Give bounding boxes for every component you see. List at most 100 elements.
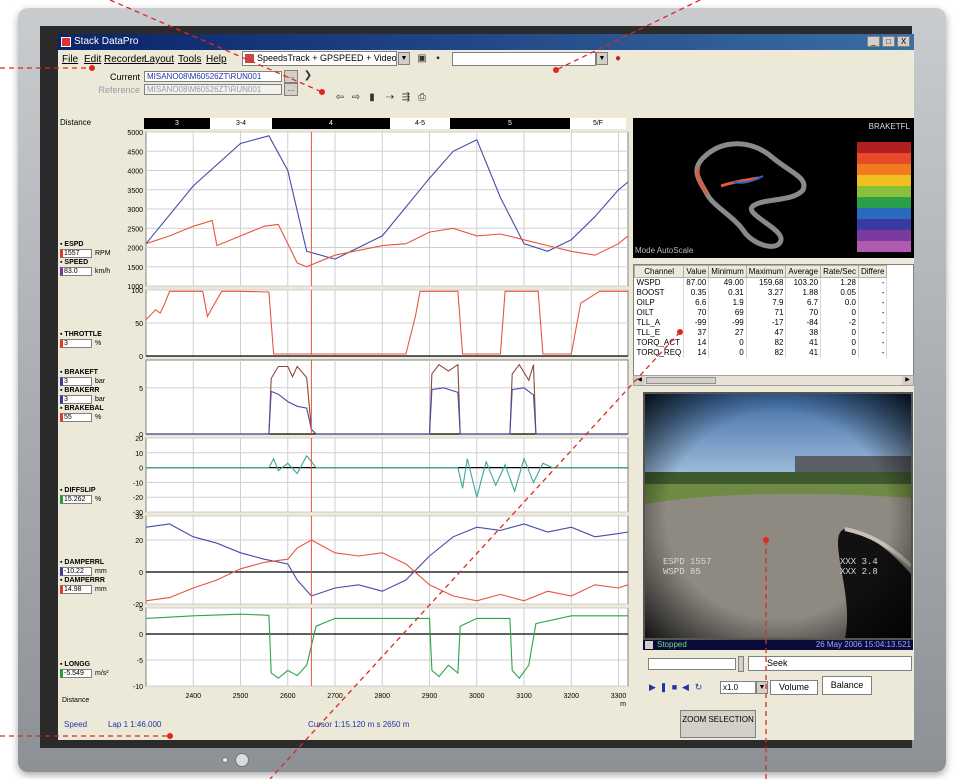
stats-table[interactable]: Channel Value Minimum Maximum Average Rate/Se… (633, 264, 914, 386)
y-tick-label: 2500 (127, 226, 143, 233)
panel-brake[interactable] (145, 359, 629, 435)
table-row[interactable]: TLL_A -99 -99 -17 -84 -2- (634, 317, 888, 328)
print-icon[interactable]: ⎙ (416, 92, 428, 104)
table-row[interactable]: TORQ_ACT 14 0 82 41 0- (634, 337, 888, 348)
track-map-panel[interactable]: Mode AutoScale BRAKETFL (633, 118, 914, 258)
zoom-selection-button[interactable]: ZOOM SELECTION (680, 710, 756, 738)
maximize-button[interactable]: □ (882, 36, 895, 47)
y-tick-label: 3000 (127, 207, 143, 214)
stop-icon[interactable]: ■ (670, 682, 679, 693)
layout-select[interactable]: SpeedsTrack + GPSPEED + Video (242, 51, 397, 66)
channel-dropdown-button[interactable]: ▼ (596, 52, 608, 65)
channel-value: -10.22 (60, 567, 92, 576)
panel-diffslip[interactable] (145, 437, 629, 513)
overlay-icon[interactable]: ⇶ (400, 92, 412, 104)
close-button[interactable]: X (897, 36, 910, 47)
save-icon[interactable]: ▪ (432, 53, 444, 65)
table-cell: 37 (683, 327, 710, 338)
forward-arrow-icon[interactable]: ⇨ (350, 92, 362, 104)
seek-track[interactable] (648, 658, 736, 670)
speed-dropdown-button[interactable]: ▼ (756, 681, 768, 694)
record-icon[interactable]: ● (612, 53, 624, 65)
channel-name[interactable]: ▪ SPEED (60, 258, 111, 267)
scroll-left-icon[interactable]: ◀ (634, 376, 645, 385)
channel-name[interactable]: ▪ BRAKEBAL (60, 404, 105, 413)
loop-icon[interactable]: ↻ (694, 682, 703, 693)
power-button[interactable] (235, 753, 249, 767)
channel-name[interactable]: ▪ LONGG (60, 660, 109, 669)
reference-browse-button[interactable]: … (284, 83, 298, 96)
layout-dropdown-button[interactable]: ▼ (398, 52, 410, 65)
y-tick-label: 10 (135, 451, 143, 458)
table-header[interactable]: Average (785, 265, 822, 278)
zoom-icon[interactable]: ⇢ (384, 92, 396, 104)
channel-name[interactable]: ▪ BRAKERR (60, 386, 105, 395)
x-tick-label: 2400 (185, 693, 201, 700)
table-row[interactable]: OILP 6.6 1.9 7.9 6.7 0.0- (634, 297, 888, 308)
playback-controls: ▶ ❚ ■ ◀ ↻ x1.0 ▼ Volume Balance (648, 676, 912, 696)
menu-layout[interactable]: Layout (144, 54, 174, 65)
channel-name[interactable]: ▪ THROTTLE (60, 330, 102, 339)
table-row[interactable]: WSPD 87.00 49.00 159.68 103.20 1.28- (634, 277, 888, 288)
photo-stage: Stack DataPro _ □ X File Edit Recorder L… (0, 0, 957, 779)
channel-name[interactable]: ▪ DAMPERRL (60, 558, 107, 567)
onboard-video[interactable]: ESPD 1557 WSPD 85 XXX 3.4 XXX 2.8 (643, 392, 913, 640)
volume-button[interactable]: Volume (770, 680, 818, 695)
color-scale (857, 142, 911, 254)
table-header[interactable]: Value (683, 265, 710, 278)
channel-unit: mm (95, 568, 107, 575)
video-vignette (645, 394, 911, 638)
scroll-right-icon[interactable]: ▶ (902, 376, 913, 385)
track-mode-label: Mode AutoScale (635, 246, 694, 255)
channel-name[interactable]: ▪ DAMPERRR (60, 576, 107, 585)
channel-name[interactable]: ▪ BRAKEFT (60, 368, 105, 377)
table-hscrollbar[interactable]: ◀ ▶ (633, 375, 914, 386)
rewind-icon[interactable]: ◀ (681, 682, 690, 693)
table-cell: TLL_E (634, 327, 685, 338)
seek-button[interactable]: Seek (748, 656, 912, 671)
current-browse-button[interactable]: … (284, 70, 298, 83)
table-header[interactable]: Channel (634, 265, 685, 278)
scroll-thumb[interactable] (646, 377, 716, 384)
menu-recorder[interactable]: Recorder (104, 54, 145, 65)
seek-handle[interactable] (738, 656, 744, 672)
y-tick-label: -10 (133, 480, 143, 487)
current-folder-icon[interactable]: ❯ (302, 70, 314, 82)
telemetry-plots[interactable]: 5000450040003500300025002000150010001005… (58, 130, 632, 710)
table-row[interactable]: TORQ_REQ 14 0 82 41 0- (634, 347, 888, 358)
video-stop-icon[interactable] (645, 641, 653, 649)
playback-speed-select[interactable]: x1.0 (720, 681, 756, 694)
table-row[interactable]: BOOST 0.35 0.31 3.27 1.88 0.05- (634, 287, 888, 298)
channel-value: -5.549 (60, 669, 92, 678)
balance-button[interactable]: Balance (822, 676, 872, 695)
channel-unit: mm (95, 586, 107, 593)
reference-file-field[interactable]: MISANO08\M60526ZT\RUN001 (144, 84, 282, 95)
table-header[interactable]: Rate/Sec (820, 265, 859, 278)
y-tick-label: 4000 (127, 169, 143, 176)
current-file-field[interactable]: MISANO08\M60526ZT\RUN001 (144, 71, 282, 82)
open-icon[interactable]: ▣ (416, 53, 428, 65)
table-cell: 0 (708, 347, 747, 358)
menu-file[interactable]: File (62, 54, 78, 65)
menu-help[interactable]: Help (206, 54, 227, 65)
menu-edit[interactable]: Edit (84, 54, 101, 65)
table-row[interactable]: OILT 70 69 71 70 0- (634, 307, 888, 318)
pause-icon[interactable]: ❚ (659, 682, 668, 693)
channel-name[interactable]: ▪ ESPD (60, 240, 111, 249)
menu-tools[interactable]: Tools (178, 54, 201, 65)
play-icon[interactable]: ▶ (648, 682, 657, 693)
table-cell: 0 (820, 347, 859, 358)
back-arrow-icon[interactable]: ⇦ (334, 92, 346, 104)
minimize-button[interactable]: _ (867, 36, 880, 47)
table-header[interactable]: Maximum (745, 265, 787, 278)
x-tick-label: 3100 (516, 693, 532, 700)
distance-label: Distance (60, 118, 92, 127)
table-header[interactable]: Minimum (708, 265, 747, 278)
channel-combo[interactable] (452, 52, 596, 66)
cursor-icon[interactable]: ▮ (366, 92, 378, 104)
table-cell: 0 (708, 337, 747, 348)
table-header[interactable]: Differe (857, 265, 888, 278)
panel-damper[interactable] (145, 515, 629, 605)
table-row[interactable]: TLL_E 37 27 47 38 0- (634, 327, 888, 338)
channel-name[interactable]: ▪ DIFFSLIP (60, 486, 101, 495)
